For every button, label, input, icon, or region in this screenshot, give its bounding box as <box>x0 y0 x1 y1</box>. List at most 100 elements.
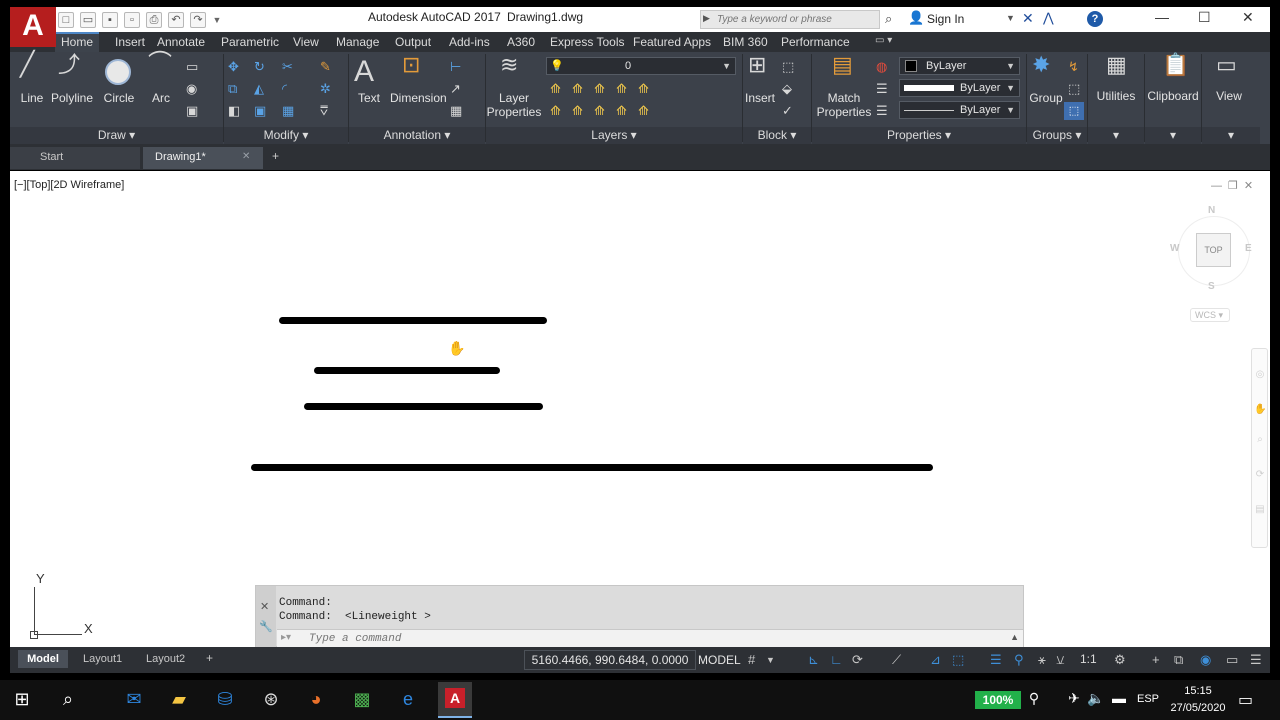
drawing-line-1[interactable] <box>279 317 547 324</box>
tab-layout2[interactable]: Layout2 <box>146 653 185 665</box>
showmotion-icon[interactable]: ▤ <box>1254 504 1266 515</box>
grid-icon[interactable]: # <box>748 652 755 667</box>
tab-manage[interactable]: Manage <box>336 35 379 49</box>
clean-screen-icon[interactable]: ▭ <box>1226 652 1238 668</box>
application-menu-button[interactable]: A <box>10 7 56 47</box>
color-dropdown[interactable]: ByLayer ▼ <box>899 57 1020 75</box>
customization-menu-icon[interactable]: ☰ <box>1250 652 1262 668</box>
tab-parametric[interactable]: Parametric <box>221 35 279 49</box>
chevron-up-icon[interactable]: ▲ <box>1010 632 1019 642</box>
steering-wheel-icon[interactable]: ◎ <box>1254 369 1266 380</box>
leader-icon[interactable]: ⊢ <box>450 60 461 74</box>
input-language[interactable]: ESP <box>1137 693 1159 705</box>
hatch-icon[interactable]: ◉ <box>186 82 197 96</box>
line-tool[interactable]: Line <box>16 91 48 105</box>
clock-date[interactable]: 27/05/2020 <box>1165 702 1231 714</box>
group-tool[interactable]: Group <box>1026 91 1066 105</box>
print-icon[interactable]: ⎙ <box>146 12 162 28</box>
layer-on-icon[interactable]: ⟰ <box>594 104 605 118</box>
wrench-icon[interactable]: 🔧 <box>259 620 273 633</box>
battery-badge[interactable]: 100% <box>975 691 1021 709</box>
tab-layout1[interactable]: Layout1 <box>83 653 122 665</box>
viewcube-top-face[interactable]: TOP <box>1196 233 1231 267</box>
clipboard-panel-footer[interactable]: ▾ <box>1145 127 1201 144</box>
qat-dropdown-icon[interactable]: ▼ <box>212 13 222 27</box>
save-icon[interactable]: ▪ <box>102 12 118 28</box>
group-edit-icon[interactable]: ⬚ <box>1068 82 1080 96</box>
insert-tool[interactable]: Insert <box>744 91 776 105</box>
file-tab-start[interactable]: Start <box>10 147 140 169</box>
rotate-icon[interactable]: ↻ <box>254 60 265 74</box>
drawing-line-4[interactable] <box>251 464 933 471</box>
coordinates-readout[interactable]: 5160.4466, 990.6484, 0.0000 <box>524 650 696 670</box>
drawing-canvas[interactable]: [−][Top][2D Wireframe] —❐✕ ✋ N S W E TOP… <box>10 171 1270 648</box>
search-input[interactable] <box>701 11 879 28</box>
tab-output[interactable]: Output <box>395 35 431 49</box>
hardware-acceleration-icon[interactable]: ◉ <box>1200 652 1211 668</box>
modify-panel-footer[interactable]: Modify ▾ <box>224 127 348 144</box>
layer-dropdown[interactable]: 💡 0 ▼ <box>546 57 736 75</box>
search-icon[interactable]: ⌕ <box>52 689 84 710</box>
tab-model[interactable]: Model <box>18 650 68 668</box>
viewcube-south[interactable]: S <box>1208 281 1215 292</box>
layers-panel-footer[interactable]: Layers ▾ <box>486 127 742 144</box>
object-snap-icon[interactable]: ⊿ <box>930 652 941 668</box>
minimize-icon[interactable]: — <box>1155 9 1169 25</box>
orbit-icon[interactable]: ⟳ <box>1254 469 1266 480</box>
location-icon[interactable]: ⚲ <box>1018 690 1050 707</box>
block-panel-footer[interactable]: Block ▾ <box>743 127 811 144</box>
cube-app-icon[interactable]: ▩ <box>346 689 378 710</box>
rectangle-icon[interactable]: ▭ <box>186 60 198 74</box>
layer-off-icon[interactable]: ⟰ <box>550 104 561 118</box>
draw-panel-footer[interactable]: Draw ▾ <box>10 127 223 144</box>
annotation-scale-icon-2[interactable]: ⚺ <box>1056 652 1065 668</box>
isodraft-icon[interactable]: ⟳ <box>852 652 863 668</box>
polyline-tool[interactable]: Polyline <box>50 91 94 105</box>
object-snap-tracking-icon[interactable]: ⟋ <box>892 652 901 668</box>
layer-lock-icon[interactable]: ⟰ <box>572 104 583 118</box>
dimension-tool[interactable]: Dimension <box>390 91 447 105</box>
view-panel-footer[interactable]: ▾ <box>1202 127 1260 144</box>
view-button[interactable]: View <box>1202 89 1256 103</box>
tab-add-ins[interactable]: Add-ins <box>449 35 490 49</box>
command-line-handle[interactable] <box>256 586 276 648</box>
annotation-scale-icon[interactable]: ⬚ <box>952 652 964 668</box>
new-tab-icon[interactable]: + <box>272 149 279 163</box>
zoom-extents-icon[interactable]: ⌕ <box>1254 434 1266 445</box>
autodesk-exchange-icon[interactable]: ✕ <box>1022 10 1034 27</box>
properties-panel-footer[interactable]: Properties ▾ <box>812 127 1026 144</box>
tab-bim-360[interactable]: BIM 360 <box>723 35 768 49</box>
offset-icon[interactable]: ⩢ <box>320 104 328 118</box>
viewcube-west[interactable]: W <box>1170 243 1179 254</box>
layer-properties-tool[interactable]: Layer Properties <box>486 91 542 119</box>
command-prompt-icon[interactable]: ▸▾ <box>281 632 291 643</box>
tab-annotate[interactable]: Annotate <box>157 35 205 49</box>
move-icon[interactable]: ✥ <box>228 60 239 74</box>
lineweight-toggle-icon[interactable]: ☰ <box>990 652 1002 668</box>
clock-time[interactable]: 15:15 <box>1170 685 1226 697</box>
gear-icon[interactable]: ⚙ <box>1114 652 1126 668</box>
copy-icon[interactable]: ⧉ <box>228 82 237 96</box>
maximize-icon[interactable]: ☐ <box>1198 9 1211 26</box>
tab-a360[interactable]: A360 <box>507 35 535 49</box>
explode-icon[interactable]: ✲ <box>320 82 331 96</box>
wcs-menu[interactable]: WCS ▾ <box>1190 308 1230 322</box>
array-icon[interactable]: ▦ <box>282 104 294 118</box>
table-icon[interactable]: ▦ <box>450 104 462 118</box>
undo-icon[interactable]: ↶ <box>168 12 184 28</box>
save-as-icon[interactable]: ▫ <box>124 12 140 28</box>
erase-icon[interactable]: ✎ <box>320 60 331 74</box>
close-icon[interactable]: ✕ <box>1242 9 1254 26</box>
a360-icon[interactable]: ⋀ <box>1043 10 1054 26</box>
utilities-panel-footer[interactable]: ▾ <box>1088 127 1144 144</box>
edit-block-icon[interactable]: ⬙ <box>782 82 792 96</box>
annotation-autoscale-icon[interactable]: ⚹ <box>1038 652 1046 668</box>
new-file-icon[interactable]: □ <box>58 12 74 28</box>
stretch-icon[interactable]: ◧ <box>228 104 240 118</box>
chevron-down-icon[interactable]: ▼ <box>766 655 775 665</box>
file-explorer-icon[interactable]: ▰ <box>163 689 195 710</box>
binoculars-icon[interactable]: ⌕ <box>885 11 892 27</box>
layer-isolate-icon[interactable]: ⟰ <box>594 82 605 96</box>
layer-match-icon[interactable]: ⟰ <box>550 82 561 96</box>
fillet-icon[interactable]: ◜ <box>282 82 287 96</box>
